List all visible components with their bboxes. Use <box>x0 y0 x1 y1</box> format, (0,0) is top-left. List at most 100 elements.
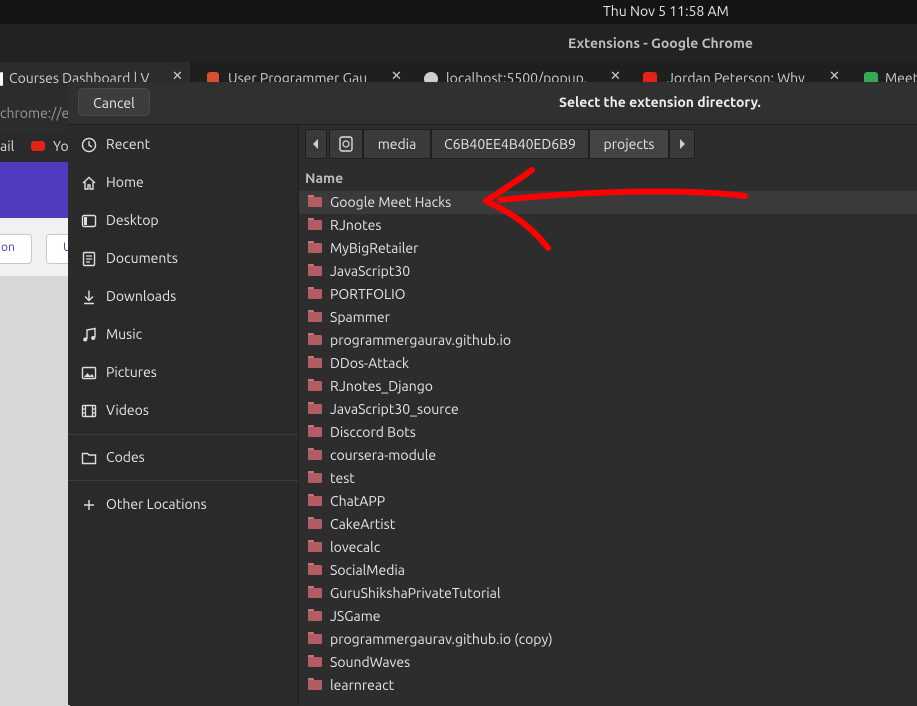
dialog-header: Cancel Select the extension directory. <box>68 82 917 125</box>
page-button[interactable]: on <box>0 234 32 264</box>
video-icon <box>81 403 97 419</box>
file-name: coursera-module <box>330 447 437 463</box>
folder-icon <box>308 586 322 598</box>
name-column-header[interactable]: Name <box>299 167 917 189</box>
file-row[interactable]: MyBigRetailer <box>299 237 917 260</box>
folder-icon <box>308 678 322 690</box>
file-row[interactable]: programmergaurav.github.io <box>299 329 917 352</box>
path-crumb-drive[interactable]: C6B40EE4B40ED6B9 <box>431 129 589 159</box>
sidebar-item-label: Home <box>106 174 144 190</box>
file-row[interactable]: Google Meet Hacks <box>299 191 917 214</box>
folder-icon <box>308 195 322 207</box>
sidebar-item-label: Videos <box>106 402 149 418</box>
window-title: Extensions - Google Chrome <box>568 35 753 51</box>
places-sidebar: Recent Home Desktop Documents Downloads <box>68 125 299 705</box>
file-name: RJnotes <box>330 217 382 233</box>
folder-icon <box>308 471 322 483</box>
file-row[interactable]: JSGame <box>299 605 917 628</box>
youtube-icon <box>31 141 45 151</box>
sidebar-item-label: Music <box>106 326 143 342</box>
page-panel <box>0 276 70 706</box>
sidebar-item-home[interactable]: Home <box>68 164 298 200</box>
file-name: Spammer <box>330 309 390 325</box>
file-name: SocialMedia <box>330 562 405 578</box>
file-row[interactable]: SoundWaves <box>299 651 917 674</box>
file-name: lovecalc <box>330 539 381 555</box>
file-name: test <box>330 470 355 486</box>
file-row[interactable]: Spammer <box>299 306 917 329</box>
sidebar-item-label: Codes <box>106 449 145 465</box>
folder-icon <box>308 264 322 276</box>
folder-icon <box>308 218 322 230</box>
folder-icon <box>308 655 322 667</box>
folder-icon <box>308 609 322 621</box>
page-banner <box>0 162 70 218</box>
tab-favicon-icon <box>0 72 3 86</box>
path-root-drive[interactable] <box>329 129 363 159</box>
file-list-pane: media C6B40EE4B40ED6B9 projects Name Goo… <box>299 125 917 705</box>
file-row[interactable]: lovecalc <box>299 536 917 559</box>
system-clock[interactable]: Thu Nov 5 11:58 AM <box>603 3 729 19</box>
sidebar-item-label: Downloads <box>106 288 177 304</box>
sidebar-item-label: Documents <box>106 250 178 266</box>
sidebar-item-label: Other Locations <box>106 496 207 512</box>
file-row[interactable]: GuruShikshaPrivateTutorial <box>299 582 917 605</box>
file-name: MyBigRetailer <box>330 240 419 256</box>
sidebar-item-codes[interactable]: Codes <box>68 439 298 475</box>
folder-icon <box>308 287 322 299</box>
file-name: JSGame <box>330 608 381 624</box>
folder-icon <box>308 632 322 644</box>
file-row[interactable]: coursera-module <box>299 444 917 467</box>
file-row[interactable]: CakeArtist <box>299 513 917 536</box>
sidebar-item-recent[interactable]: Recent <box>68 126 298 162</box>
file-row[interactable]: test <box>299 467 917 490</box>
file-row[interactable]: SocialMedia <box>299 559 917 582</box>
file-row[interactable]: RJnotes <box>299 214 917 237</box>
file-row[interactable]: learnreact <box>299 674 917 697</box>
folder-icon <box>308 241 322 253</box>
sidebar-item-documents[interactable]: Documents <box>68 240 298 276</box>
sidebar-item-desktop[interactable]: Desktop <box>68 202 298 238</box>
file-name: DDos-Attack <box>330 355 409 371</box>
file-name: SoundWaves <box>330 654 411 670</box>
sidebar-item-label: Pictures <box>106 364 157 380</box>
file-row[interactable]: DDos-Attack <box>299 352 917 375</box>
path-scroll-right-button[interactable] <box>669 129 695 159</box>
extensions-page-background: on U <box>0 162 88 706</box>
file-row[interactable]: PORTFOLIO <box>299 283 917 306</box>
dialog-title: Select the extension directory. <box>559 94 761 110</box>
file-row[interactable]: JavaScript30_source <box>299 398 917 421</box>
sidebar-item-pictures[interactable]: Pictures <box>68 354 298 390</box>
folder-icon <box>308 333 322 345</box>
file-row[interactable]: Disccord Bots <box>299 421 917 444</box>
file-name: ChatAPP <box>330 493 386 509</box>
file-row[interactable]: programmergaurav.github.io (copy) <box>299 628 917 651</box>
path-crumb-media[interactable]: media <box>363 129 431 159</box>
file-row[interactable]: JavaScript30 <box>299 260 917 283</box>
bookmarks-bar: ail Yo <box>0 132 70 162</box>
folder-icon <box>308 563 322 575</box>
sidebar-item-downloads[interactable]: Downloads <box>68 278 298 314</box>
system-top-bar: Thu Nov 5 11:58 AM <box>0 0 917 24</box>
address-bar[interactable]: chrome://ext <box>0 96 82 132</box>
file-name: CakeArtist <box>330 516 396 532</box>
cancel-button[interactable]: Cancel <box>78 88 150 116</box>
clock-icon <box>81 137 97 153</box>
file-name: programmergaurav.github.io <box>330 332 512 348</box>
picture-icon <box>81 365 97 381</box>
sidebar-item-videos[interactable]: Videos <box>68 392 298 428</box>
sidebar-item-music[interactable]: Music <box>68 316 298 352</box>
bookmark-item[interactable]: Yo <box>53 138 69 154</box>
bookmark-item[interactable]: ail <box>0 138 14 154</box>
file-row[interactable]: ChatAPP <box>299 490 917 513</box>
sidebar-item-other-locations[interactable]: Other Locations <box>68 486 298 522</box>
plus-icon <box>81 497 97 513</box>
file-row[interactable]: RJnotes_Django <box>299 375 917 398</box>
file-name: PORTFOLIO <box>330 286 406 302</box>
sidebar-item-label: Desktop <box>106 212 159 228</box>
path-crumb-projects[interactable]: projects <box>589 129 669 159</box>
file-name: Google Meet Hacks <box>330 194 452 210</box>
path-scroll-left-button[interactable] <box>305 129 327 159</box>
music-icon <box>81 327 97 343</box>
folder-icon <box>308 379 322 391</box>
